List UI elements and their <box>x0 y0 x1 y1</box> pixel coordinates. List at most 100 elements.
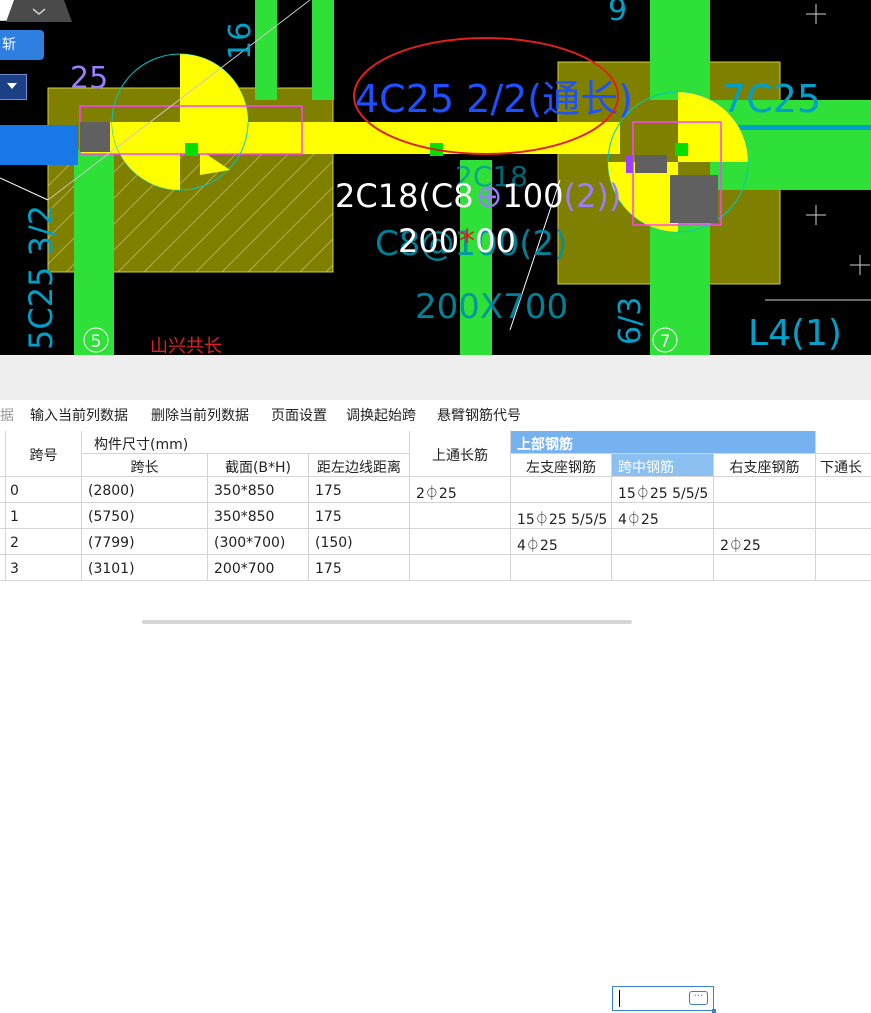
cell-text: (7799) <box>88 535 135 551</box>
header-offset: 距左边线距离 <box>309 454 410 477</box>
header-section: 截面(B*H) <box>208 454 309 477</box>
cell-text: 2⏀25 <box>720 538 761 554</box>
cell-text: 175 <box>315 561 342 577</box>
header-component-size: 构件尺寸(mm) <box>82 431 410 454</box>
table-cell-right-support[interactable] <box>714 477 816 503</box>
header-span-length: 跨长 <box>82 454 208 477</box>
top-right-partial: 9 <box>608 0 627 28</box>
header-top-through: 上通长筋 <box>410 431 511 477</box>
table-cell-span-no[interactable]: 0 <box>6 477 82 503</box>
panel-band <box>0 355 871 401</box>
beam-through-annotation: 4C25 2/2(通长) <box>355 77 633 121</box>
table-cell-section[interactable]: 200*700 <box>208 555 309 581</box>
cad-drawing[interactable]: 5 7 4C25 2/2(通长) 25 7C25 16 5C25 3/2 6/3… <box>0 0 871 355</box>
dropdown-button[interactable] <box>0 74 27 100</box>
toolbar-delete-column[interactable]: 删除当前列数据 <box>151 405 249 425</box>
right-column-label: 6/3 <box>613 297 648 345</box>
table-cell-section[interactable]: (300*700) <box>208 529 309 555</box>
bottom-red-text: 山兴共长 <box>150 336 222 355</box>
analyze-button[interactable]: 斩 <box>0 30 44 60</box>
table-cell-mid-span[interactable] <box>612 555 714 581</box>
table-cell-bottom-through[interactable] <box>816 503 871 529</box>
toolbar-cantilever-code[interactable]: 悬臂钢筋代号 <box>437 405 521 425</box>
table-cell-right-support[interactable]: 2⏀25 <box>714 529 816 555</box>
cell-text: 0 <box>10 483 19 499</box>
toolbar-swap-start-span[interactable]: 调换起始跨 <box>346 405 416 425</box>
cell-text: 350*850 <box>214 509 275 525</box>
left-column-label: 5C25 3/2 <box>22 205 60 350</box>
toolbar-input-column[interactable]: 输入当前列数据 <box>30 405 128 425</box>
header-right-support: 右支座钢筋 <box>714 454 816 477</box>
table-cell-mid-span[interactable] <box>612 529 714 555</box>
left-column-label-2: 16 <box>223 22 258 60</box>
cell-text: 175 <box>315 509 342 525</box>
table-cell-left-support[interactable]: 4⏀25 <box>511 529 612 555</box>
ghost-label: 200X700 <box>415 287 568 327</box>
table-cell-span-length[interactable]: (2800) <box>82 477 208 503</box>
cad-canvas[interactable]: 5 7 4C25 2/2(通长) 25 7C25 16 5C25 3/2 6/3… <box>0 0 871 355</box>
green-node <box>675 143 688 156</box>
table-cell-top-through[interactable] <box>410 529 511 555</box>
cell-text: 1 <box>10 509 19 525</box>
cell-text: (2800) <box>88 483 135 499</box>
table-cell-right-support[interactable] <box>714 503 816 529</box>
table-cell-top-through[interactable]: 2⏀25 <box>410 477 511 503</box>
header-span-no: 跨号 <box>6 431 82 477</box>
column-green <box>74 150 114 355</box>
table-cell-offset[interactable]: 175 <box>309 503 410 529</box>
toolbar-page-setup[interactable]: 页面设置 <box>271 405 327 425</box>
table-cell-mid-span[interactable]: 15⏀25 5/5/5 <box>612 477 714 503</box>
grid-marker-5-label: 5 <box>91 332 102 352</box>
text-caret <box>619 990 620 1007</box>
beam-blue <box>0 125 78 165</box>
table-cell-section[interactable]: 350*850 <box>208 477 309 503</box>
cell-text: 175 <box>315 483 342 499</box>
beam-label-line1: 2C18(C8⊕100(2)) <box>335 177 621 215</box>
header-bottom-through: 下通长 <box>816 454 871 477</box>
popup-partial-text: 25 <box>70 61 108 96</box>
table-cell-top-through[interactable] <box>410 555 511 581</box>
right-text: L4(1) <box>748 313 842 354</box>
column-green <box>255 0 277 100</box>
horizontal-scrollbar[interactable] <box>142 620 632 624</box>
table-cell-top-through[interactable] <box>410 503 511 529</box>
table-cell-bottom-through[interactable] <box>816 555 871 581</box>
resize-handle[interactable] <box>712 1009 716 1013</box>
table-cell-span-length[interactable]: (5750) <box>82 503 208 529</box>
header-blank <box>816 431 871 454</box>
table-cell-left-support[interactable]: 15⏀25 5/5/5 <box>511 503 612 529</box>
table-cell-span-no[interactable]: 2 <box>6 529 82 555</box>
table-cell-right-support[interactable] <box>714 555 816 581</box>
more-options-button[interactable]: ··· <box>689 991 708 1005</box>
table-cell-section[interactable]: 350*850 <box>208 503 309 529</box>
column-green <box>650 0 710 100</box>
table-cell-span-length[interactable]: (7799) <box>82 529 208 555</box>
cell-text: 350*850 <box>214 483 275 499</box>
green-node <box>185 143 198 156</box>
table-cell-offset[interactable]: 175 <box>309 555 410 581</box>
table-cell-bottom-through[interactable] <box>816 477 871 503</box>
grid-marker-7-label: 7 <box>660 332 671 352</box>
grey-square <box>670 175 718 223</box>
table-cell-bottom-through[interactable] <box>816 529 871 555</box>
table-cell-span-no[interactable]: 1 <box>6 503 82 529</box>
panel-collapse-button[interactable] <box>0 0 78 22</box>
mid-span-editor[interactable]: ··· <box>612 986 716 1013</box>
table-cell-offset[interactable]: (150) <box>309 529 410 555</box>
cell-text: (150) <box>315 535 353 551</box>
grey-square <box>80 122 110 152</box>
table-cell-left-support[interactable] <box>511 555 612 581</box>
cell-text: 2 <box>10 535 19 551</box>
cell-text: (3101) <box>88 561 135 577</box>
table-cell-left-support[interactable] <box>511 477 612 503</box>
table-cell-span-no[interactable]: 3 <box>6 555 82 581</box>
toolbar-item-cut[interactable]: 据 <box>0 405 14 425</box>
cell-text: 15⏀25 5/5/5 <box>517 512 608 528</box>
cell-text: 4⏀25 <box>517 538 558 554</box>
table-cell-offset[interactable]: 175 <box>309 477 410 503</box>
table-cell-mid-span[interactable]: 4⏀25 <box>612 503 714 529</box>
cell-text: 15⏀25 5/5/5 <box>618 486 709 502</box>
table-cell-span-length[interactable]: (3101) <box>82 555 208 581</box>
chevron-down-icon <box>7 83 17 89</box>
beam-right-annotation: 7C25 <box>722 77 821 121</box>
